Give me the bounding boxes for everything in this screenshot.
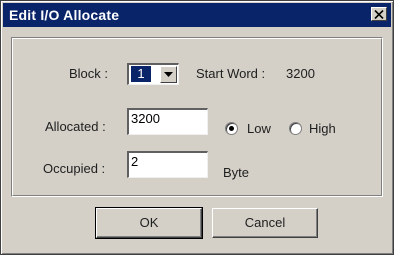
allocated-label: Allocated : [45, 119, 106, 134]
high-radio[interactable] [289, 122, 302, 135]
cancel-button[interactable]: Cancel [212, 208, 318, 238]
high-label[interactable]: High [309, 121, 336, 137]
dialog-window: Edit I/O Allocate Block : 1 Start Word :… [0, 0, 394, 255]
block-value: 1 [131, 66, 151, 82]
occupied-label: Occupied : [43, 161, 106, 176]
byte-unit-label: Byte [223, 165, 250, 180]
block-dropdown[interactable]: 1 [127, 63, 179, 85]
ok-button[interactable]: OK [95, 207, 203, 239]
low-label[interactable]: Low [247, 121, 271, 137]
close-button[interactable] [371, 7, 387, 21]
occupied-input[interactable]: 2 [127, 151, 208, 178]
dropdown-button[interactable] [160, 66, 177, 83]
chevron-down-icon [164, 72, 173, 77]
start-word-value: 3200 [286, 66, 315, 81]
low-radio[interactable] [225, 122, 238, 135]
title-bar[interactable]: Edit I/O Allocate [3, 3, 391, 27]
block-label: Block : [69, 66, 109, 81]
close-icon [374, 9, 384, 19]
allocated-input[interactable]: 3200 [127, 108, 208, 135]
start-word-label: Start Word : [196, 66, 266, 81]
window-title: Edit I/O Allocate [9, 7, 120, 23]
